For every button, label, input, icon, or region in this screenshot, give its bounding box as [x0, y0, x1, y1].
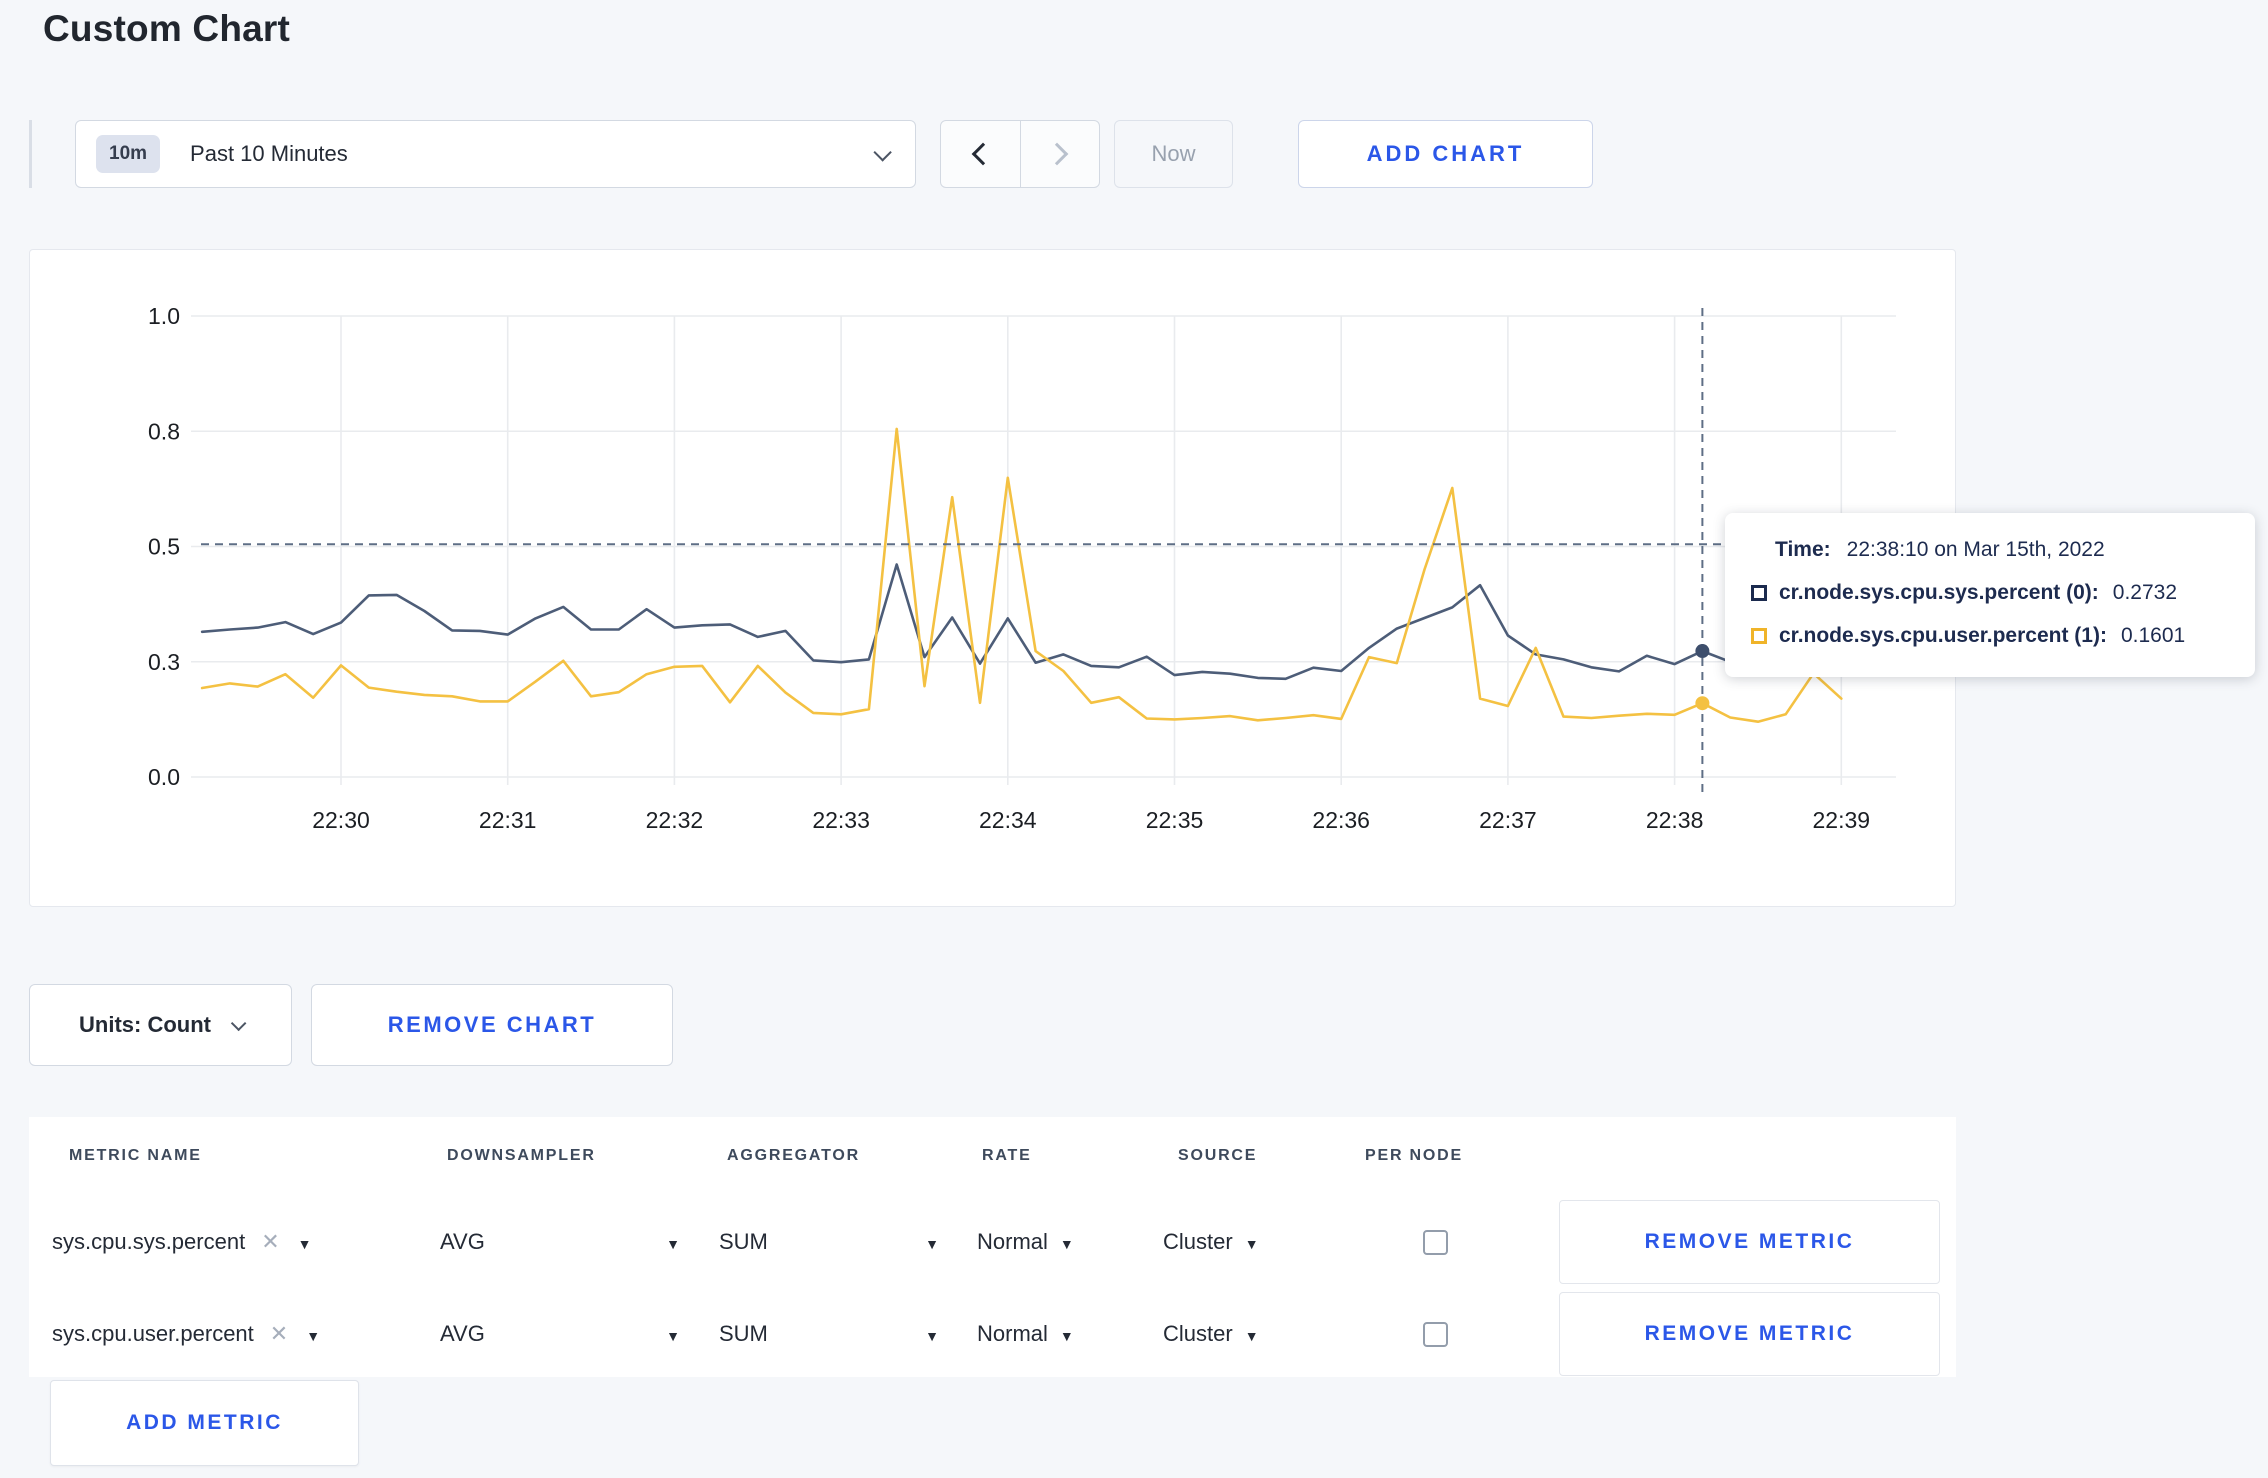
- add-chart-button[interactable]: ADD CHART: [1298, 120, 1593, 188]
- downsampler-dropdown[interactable]: AVG: [440, 1197, 680, 1287]
- source-dropdown[interactable]: Cluster: [1163, 1197, 1259, 1287]
- x-tick-label: 22:32: [646, 807, 704, 833]
- x-tick-label: 22:37: [1479, 807, 1537, 833]
- dropdown-caret-icon: [1245, 1229, 1259, 1255]
- tooltip-series-row: cr.node.sys.cpu.user.percent (1): 0.1601: [1751, 624, 2255, 648]
- timeseries-chart[interactable]: 0.0 0.3 0.5 0.8 1.0 22:30 22:31 22:32 22:33 22:34…: [30, 250, 1955, 906]
- aggregator-dropdown[interactable]: SUM: [719, 1197, 939, 1287]
- aggregator-dropdown[interactable]: SUM: [719, 1289, 939, 1379]
- chart-hover-tooltip: Time: 22:38:10 on Mar 15th, 2022 cr.node…: [1725, 513, 2255, 677]
- x-tick-label: 22:33: [812, 807, 870, 833]
- time-pager: [940, 120, 1100, 188]
- col-header-aggregator: AGGREGATOR: [727, 1147, 860, 1164]
- dropdown-caret-icon: [666, 1229, 680, 1255]
- rate-dropdown[interactable]: Normal: [977, 1289, 1074, 1379]
- rate-dropdown[interactable]: Normal: [977, 1197, 1074, 1287]
- downsampler-dropdown[interactable]: AVG: [440, 1289, 680, 1379]
- source-value: Cluster: [1163, 1229, 1233, 1254]
- dropdown-caret-icon: [666, 1321, 680, 1347]
- prev-time-button[interactable]: [941, 121, 1020, 187]
- tooltip-time-value: 22:38:10 on Mar 15th, 2022: [1846, 538, 2105, 561]
- chevron-down-icon: [873, 142, 892, 162]
- hover-point-sys: [1695, 644, 1710, 659]
- dropdown-caret-icon[interactable]: [306, 1321, 320, 1347]
- x-tick-label: 22:35: [1146, 807, 1204, 833]
- series-line-user: [200, 427, 1843, 724]
- y-tick-label: 1.0: [148, 303, 180, 329]
- toolbar-divider: [29, 120, 32, 188]
- downsampler-value: AVG: [440, 1229, 485, 1254]
- dropdown-caret-icon: [1245, 1321, 1259, 1347]
- series-user-legend-swatch-icon: [1751, 628, 1767, 644]
- metrics-table: METRIC NAME DOWNSAMPLER AGGREGATOR RATE …: [29, 1117, 1956, 1377]
- source-value: Cluster: [1163, 1321, 1233, 1346]
- tooltip-time-label: Time:: [1775, 538, 1831, 561]
- tooltip-series-value: 0.1601: [2120, 624, 2186, 647]
- y-tick-label: 0.0: [148, 764, 180, 790]
- tooltip-series-row: cr.node.sys.cpu.sys.percent (0): 0.2732: [1751, 581, 2255, 605]
- tooltip-time-row: Time: 22:38:10 on Mar 15th, 2022: [1775, 538, 2255, 562]
- x-tick-label: 22:34: [979, 807, 1037, 833]
- remove-metric-button[interactable]: REMOVE METRIC: [1559, 1200, 1940, 1284]
- metric-name-cell[interactable]: sys.cpu.user.percent ✕: [52, 1289, 320, 1379]
- chevron-left-icon: [971, 142, 995, 166]
- col-header-metric-name: METRIC NAME: [69, 1147, 202, 1164]
- col-header-source: SOURCE: [1178, 1147, 1258, 1164]
- x-tick-label: 22:38: [1646, 807, 1704, 833]
- aggregator-value: SUM: [719, 1229, 768, 1254]
- aggregator-value: SUM: [719, 1321, 768, 1346]
- clear-metric-icon[interactable]: ✕: [270, 1321, 288, 1347]
- series-sys-legend-swatch-icon: [1751, 585, 1767, 601]
- units-select[interactable]: Units: Count: [29, 984, 292, 1066]
- units-label: Units: Count: [79, 1012, 211, 1037]
- x-tick-label: 22:39: [1813, 807, 1871, 833]
- time-range-badge: 10m: [96, 135, 161, 173]
- dropdown-caret-icon: [925, 1229, 939, 1255]
- chart-card[interactable]: 0.0 0.3 0.5 0.8 1.0 22:30 22:31 22:32 22:33 22:34…: [29, 249, 1956, 907]
- time-range-select[interactable]: 10m Past 10 Minutes: [75, 120, 916, 188]
- per-node-checkbox[interactable]: [1423, 1322, 1448, 1347]
- per-node-checkbox[interactable]: [1423, 1230, 1448, 1255]
- tooltip-series-name: cr.node.sys.cpu.user.percent (1):: [1779, 624, 2107, 647]
- metric-name-cell[interactable]: sys.cpu.sys.percent ✕: [52, 1197, 311, 1287]
- add-metric-button[interactable]: ADD METRIC: [50, 1380, 359, 1466]
- x-tick-label: 22:31: [479, 807, 537, 833]
- tooltip-series-name: cr.node.sys.cpu.sys.percent (0):: [1779, 581, 2099, 604]
- source-dropdown[interactable]: Cluster: [1163, 1289, 1259, 1379]
- x-tick-label: 22:30: [312, 807, 370, 833]
- dropdown-caret-icon[interactable]: [298, 1229, 312, 1255]
- rate-value: Normal: [977, 1321, 1048, 1346]
- metric-name-text: sys.cpu.sys.percent: [52, 1229, 246, 1254]
- clear-metric-icon[interactable]: ✕: [261, 1229, 279, 1255]
- chevron-right-icon: [1045, 142, 1069, 166]
- remove-chart-button[interactable]: REMOVE CHART: [311, 984, 673, 1066]
- next-time-button[interactable]: [1019, 121, 1100, 187]
- y-tick-label: 0.3: [148, 649, 180, 675]
- col-header-downsampler: DOWNSAMPLER: [447, 1147, 596, 1164]
- dropdown-caret-icon: [925, 1321, 939, 1347]
- time-range-label: Past 10 Minutes: [190, 141, 348, 166]
- now-button[interactable]: Now: [1114, 120, 1233, 188]
- metric-row: sys.cpu.user.percent ✕ AVG SUM Normal Cl…: [29, 1289, 1956, 1379]
- rate-value: Normal: [977, 1229, 1048, 1254]
- remove-metric-button[interactable]: REMOVE METRIC: [1559, 1292, 1940, 1376]
- col-header-per-node: PER NODE: [1365, 1147, 1463, 1164]
- col-header-rate: RATE: [982, 1147, 1032, 1164]
- metric-name-text: sys.cpu.user.percent: [52, 1321, 254, 1346]
- dropdown-caret-icon: [1060, 1321, 1074, 1347]
- hover-point-user: [1695, 696, 1710, 711]
- page-title: Custom Chart: [43, 8, 291, 49]
- dropdown-caret-icon: [1060, 1229, 1074, 1255]
- metric-row: sys.cpu.sys.percent ✕ AVG SUM Normal Clu…: [29, 1197, 1956, 1287]
- y-tick-label: 0.8: [148, 418, 180, 444]
- tooltip-series-value: 0.2732: [2112, 581, 2178, 604]
- y-tick-label: 0.5: [148, 534, 180, 560]
- x-tick-label: 22:36: [1312, 807, 1370, 833]
- chevron-down-icon: [230, 1015, 247, 1031]
- downsampler-value: AVG: [440, 1321, 485, 1346]
